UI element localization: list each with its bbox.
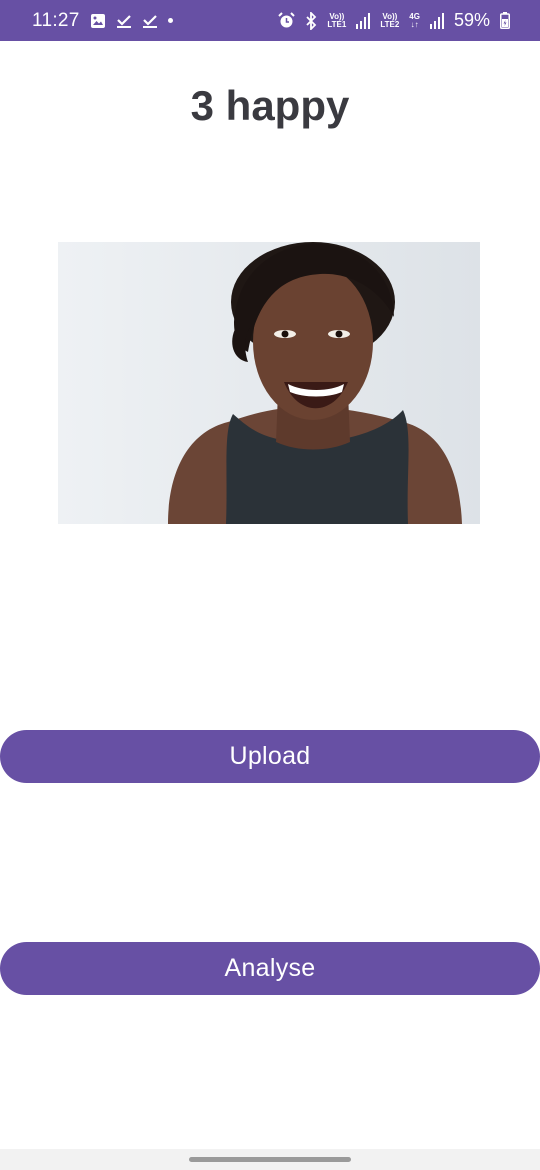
- status-bar: 11:27 Vo)) LTE1 Vo)) LTE2 4G ↓↑ 59%: [0, 0, 540, 41]
- status-time: 11:27: [32, 9, 80, 31]
- dot-icon: [167, 18, 173, 23]
- battery-percentage: 59%: [453, 10, 490, 30]
- volte-lte1-indicator: Vo)) LTE1: [327, 11, 347, 29]
- alarm-icon: [278, 12, 296, 29]
- analyse-button[interactable]: Analyse: [0, 942, 540, 995]
- battery-icon: [500, 12, 510, 29]
- status-left: 11:27: [32, 10, 173, 32]
- gallery-icon: [90, 13, 106, 29]
- signal-icon: [429, 12, 444, 29]
- face-photo: [58, 242, 480, 524]
- upload-button[interactable]: Upload: [0, 730, 540, 783]
- volte-lte2-indicator: Vo)) LTE2: [380, 11, 400, 29]
- check-icon: [142, 13, 158, 29]
- status-right: Vo)) LTE1 Vo)) LTE2 4G ↓↑ 59%: [278, 10, 510, 31]
- page-title: 3 happy: [190, 82, 350, 129]
- navigation-bar: [0, 1149, 540, 1170]
- check-icon: [116, 13, 132, 29]
- bluetooth-icon: [305, 11, 317, 30]
- signal-icon: [356, 12, 371, 29]
- network-4g-indicator: 4G ↓↑: [409, 11, 420, 29]
- home-indicator[interactable]: [189, 1157, 351, 1162]
